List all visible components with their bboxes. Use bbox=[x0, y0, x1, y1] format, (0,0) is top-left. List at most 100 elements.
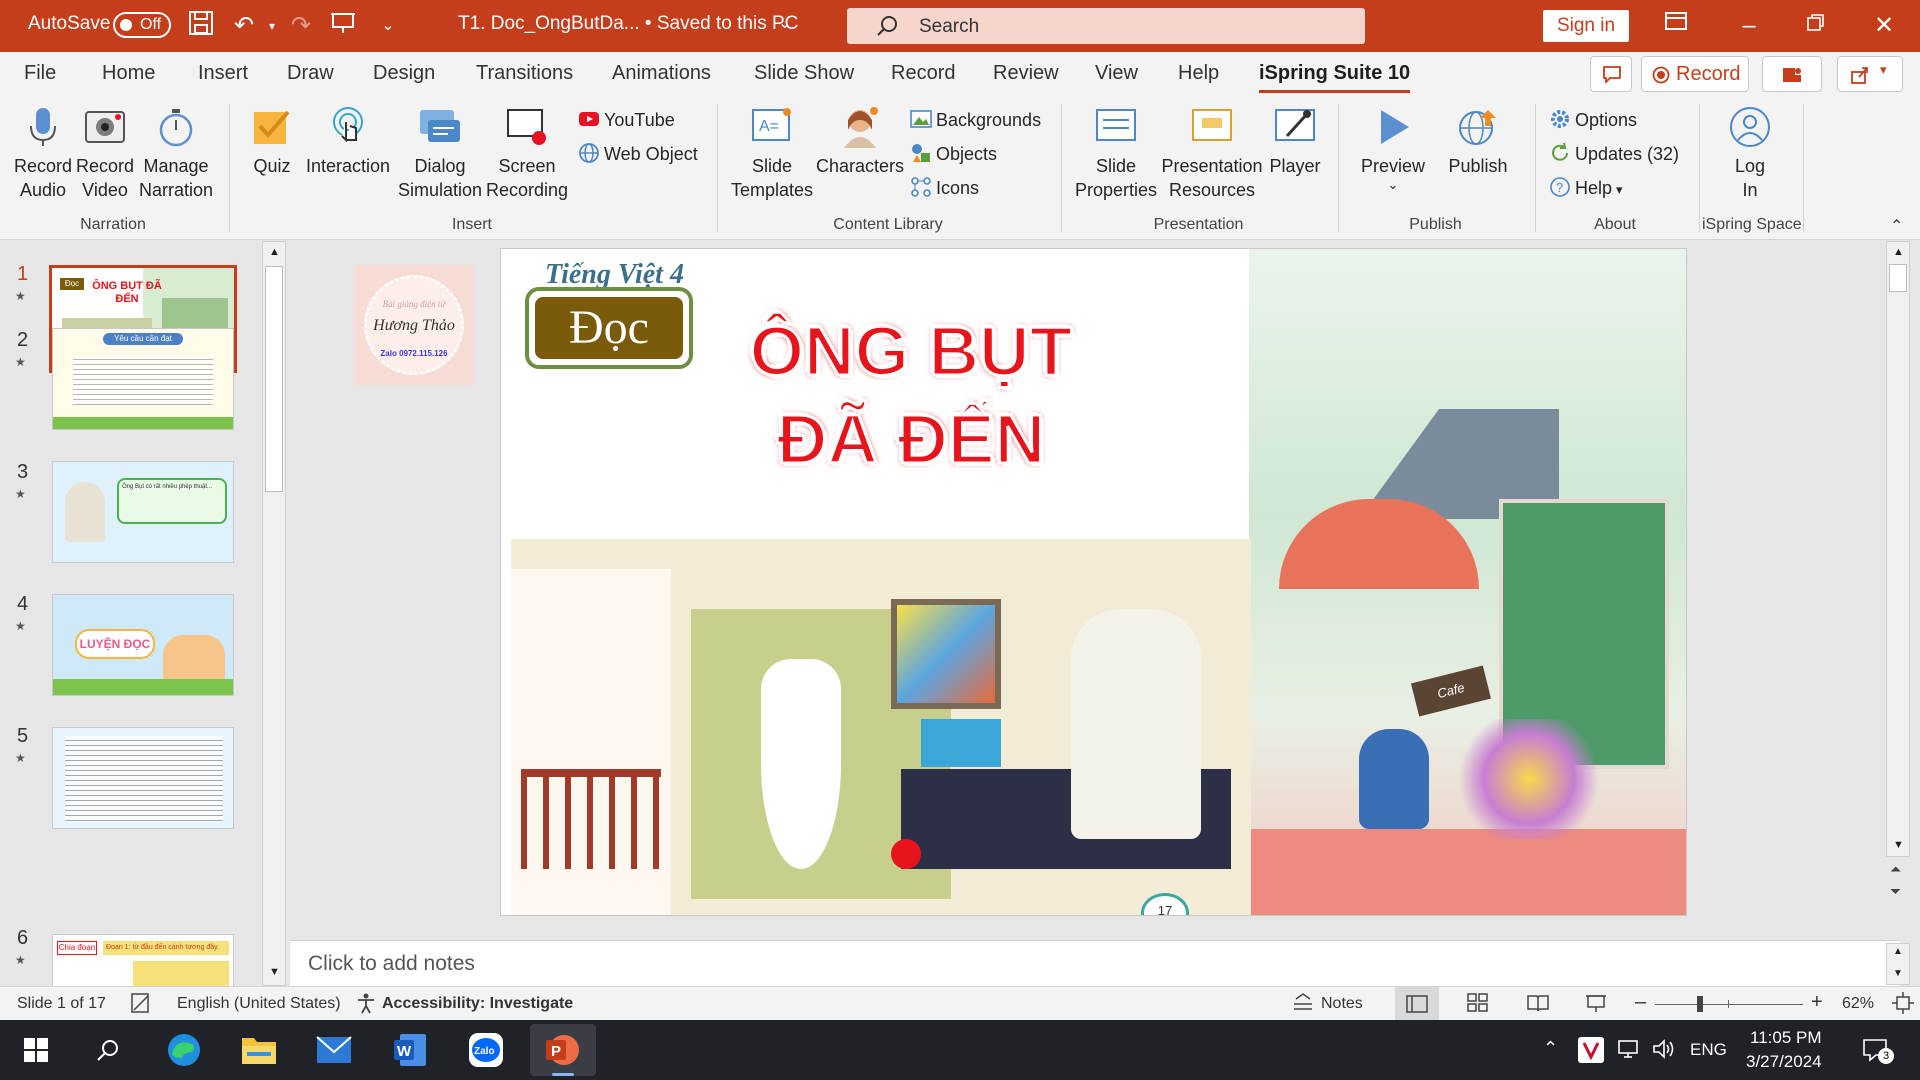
word-icon[interactable]: W bbox=[388, 1028, 432, 1072]
slide-sorter-icon[interactable] bbox=[1467, 993, 1489, 1018]
presentation-resources-button[interactable]: Presentation Resources bbox=[1160, 106, 1264, 202]
zalo-icon[interactable]: Zalo bbox=[464, 1028, 508, 1072]
tab-slide-show[interactable]: Slide Show bbox=[754, 62, 854, 85]
web-object-button[interactable]: Web Object bbox=[578, 142, 698, 165]
icons-button[interactable]: Icons bbox=[910, 176, 979, 199]
updates-button[interactable]: Updates (32) bbox=[1549, 142, 1679, 165]
thumbnail-slide-3[interactable]: Ông Bụt có rất nhiều phép thuật... bbox=[52, 461, 234, 563]
preview-button[interactable]: Preview ⌄ bbox=[1355, 106, 1431, 192]
notes-scrollbar[interactable]: ▲ ▼ bbox=[1886, 943, 1910, 985]
thumbnail-slide-5[interactable] bbox=[52, 727, 234, 829]
slide-title-line2[interactable]: ĐÃ ĐẾN bbox=[731, 399, 1091, 480]
scroll-up-icon[interactable]: ▲ bbox=[269, 246, 280, 258]
accessibility-status[interactable]: Accessibility: Investigate bbox=[382, 995, 573, 1013]
slideshow-view-icon[interactable] bbox=[1585, 993, 1607, 1018]
autosave-toggle[interactable]: Off bbox=[113, 12, 171, 38]
edge-browser-icon[interactable] bbox=[162, 1028, 206, 1072]
tab-file[interactable]: File bbox=[24, 62, 56, 85]
tab-animations[interactable]: Animations bbox=[612, 62, 711, 85]
manage-narration-button[interactable]: Manage Narration bbox=[138, 106, 214, 202]
antivirus-tray-icon[interactable] bbox=[1578, 1037, 1604, 1063]
record-button[interactable]: Record bbox=[1641, 56, 1749, 92]
thumbnail-slide-2[interactable]: Yêu cầu cần đạt bbox=[52, 328, 234, 430]
thumbnail-scrollbar[interactable]: ▲ ▼ bbox=[262, 241, 286, 986]
tab-view[interactable]: View bbox=[1095, 62, 1138, 85]
dialog-simulation-button[interactable]: Dialog Simulation bbox=[395, 106, 485, 202]
author-stamp[interactable]: Bài giảng điện tử Hương Thảo Zalo 0972.1… bbox=[354, 265, 474, 385]
backgrounds-button[interactable]: Backgrounds bbox=[910, 108, 1041, 131]
scroll-down-icon[interactable]: ▼ bbox=[269, 966, 280, 978]
search-box[interactable]: Search bbox=[847, 8, 1365, 44]
tab-home[interactable]: Home bbox=[102, 62, 155, 85]
tab-draw[interactable]: Draw bbox=[287, 62, 334, 85]
file-explorer-icon[interactable] bbox=[237, 1028, 281, 1072]
scrollbar-thumb[interactable] bbox=[1889, 264, 1907, 292]
record-audio-button[interactable]: Record Audio bbox=[12, 106, 74, 202]
undo-dropdown-icon[interactable]: ▾ bbox=[256, 10, 288, 42]
tab-design[interactable]: Design bbox=[373, 62, 435, 85]
tab-record[interactable]: Record bbox=[891, 62, 955, 85]
sign-in-button[interactable]: Sign in bbox=[1543, 10, 1629, 42]
present-teams-button[interactable] bbox=[1762, 56, 1822, 92]
tab-help[interactable]: Help bbox=[1178, 62, 1219, 85]
zoom-out-icon[interactable]: – bbox=[1635, 991, 1646, 1014]
slide-title-line1[interactable]: ÔNG BỤT bbox=[731, 311, 1091, 392]
volume-icon[interactable] bbox=[1652, 1038, 1676, 1065]
chevron-down-icon[interactable]: ⌄ bbox=[778, 13, 791, 33]
options-button[interactable]: Options bbox=[1549, 108, 1637, 131]
spell-check-icon[interactable] bbox=[130, 992, 152, 1019]
chevron-up-icon[interactable]: ⌃ bbox=[1543, 1038, 1558, 1059]
powerpoint-icon[interactable]: P bbox=[530, 1024, 596, 1076]
comments-button[interactable] bbox=[1590, 56, 1632, 92]
network-icon[interactable] bbox=[1618, 1038, 1642, 1065]
windows-start-icon[interactable] bbox=[14, 1028, 58, 1072]
slide-templates-button[interactable]: A= Slide Templates bbox=[730, 106, 814, 202]
screen-recording-button[interactable]: Screen Recording bbox=[486, 106, 568, 202]
thumbnail-slide-6[interactable]: Chia đoạn Đoạn 1: từ đầu đến cánh tương … bbox=[52, 934, 234, 986]
zoom-level[interactable]: 62% bbox=[1842, 995, 1874, 1013]
tab-review[interactable]: Review bbox=[993, 62, 1059, 85]
objects-button[interactable]: Objects bbox=[910, 142, 997, 165]
help-button[interactable]: ? Help ▾ bbox=[1549, 176, 1623, 199]
redo-icon[interactable]: ↷ bbox=[285, 10, 317, 42]
share-button[interactable]: ▾ bbox=[1837, 56, 1903, 92]
next-slide-icon[interactable]: ⏷ bbox=[1890, 883, 1901, 899]
language-indicator[interactable]: English (United States) bbox=[177, 995, 341, 1013]
thumbnail-slide-4[interactable]: LUYỆN ĐỌC bbox=[52, 594, 234, 696]
scroll-up-icon[interactable]: ▲ bbox=[1893, 946, 1903, 957]
customize-toolbar-icon[interactable]: ⌄ bbox=[372, 10, 404, 42]
notes-button[interactable]: Notes bbox=[1321, 995, 1363, 1013]
publish-button[interactable]: Publish bbox=[1440, 106, 1516, 178]
collapse-ribbon-icon[interactable]: ⌃ bbox=[1890, 216, 1903, 236]
zoom-slider-thumb[interactable] bbox=[1697, 996, 1703, 1012]
player-button[interactable]: Player bbox=[1266, 106, 1324, 178]
clock-time[interactable]: 11:05 PM bbox=[1750, 1028, 1822, 1048]
slide-canvas[interactable]: Cafe Tiếng Việt 4 Đọc ÔNG BỤT ĐÃ ĐẾN 17 bbox=[500, 248, 1687, 916]
save-icon[interactable] bbox=[185, 10, 217, 42]
record-video-button[interactable]: Record Video bbox=[74, 106, 136, 202]
fit-to-window-icon[interactable] bbox=[1892, 992, 1914, 1019]
normal-view-button[interactable] bbox=[1395, 987, 1439, 1020]
clock-date[interactable]: 3/27/2024 bbox=[1746, 1052, 1822, 1072]
document-title[interactable]: T1. Doc_OngButDa... • Saved to this PC bbox=[458, 13, 798, 35]
log-in-button[interactable]: Log In bbox=[1715, 106, 1785, 202]
scroll-up-icon[interactable]: ▲ bbox=[1893, 246, 1904, 258]
input-language[interactable]: ENG bbox=[1690, 1040, 1727, 1060]
interaction-button[interactable]: Interaction bbox=[303, 106, 393, 178]
previous-slide-icon[interactable]: ⏶ bbox=[1890, 861, 1901, 877]
tab-transitions[interactable]: Transitions bbox=[476, 62, 573, 85]
minimize-icon[interactable]: – bbox=[1733, 10, 1765, 42]
close-icon[interactable]: ✕ bbox=[1868, 10, 1900, 42]
restore-icon[interactable] bbox=[1800, 10, 1832, 42]
youtube-button[interactable]: YouTube bbox=[578, 108, 675, 131]
slide-properties-button[interactable]: Slide Properties bbox=[1073, 106, 1159, 202]
notes-pane[interactable]: Click to add notes ▲ ▼ bbox=[290, 940, 1910, 986]
tab-ispring-suite[interactable]: iSpring Suite 10 bbox=[1259, 62, 1411, 93]
ribbon-display-icon[interactable] bbox=[1660, 10, 1692, 42]
search-icon[interactable] bbox=[86, 1028, 130, 1072]
zoom-in-icon[interactable]: + bbox=[1811, 991, 1823, 1014]
slide-scrollbar[interactable]: ▲ ▼ bbox=[1886, 241, 1910, 857]
characters-button[interactable]: Characters bbox=[815, 106, 905, 178]
zoom-slider[interactable] bbox=[1655, 996, 1803, 1012]
present-icon[interactable] bbox=[327, 10, 359, 42]
